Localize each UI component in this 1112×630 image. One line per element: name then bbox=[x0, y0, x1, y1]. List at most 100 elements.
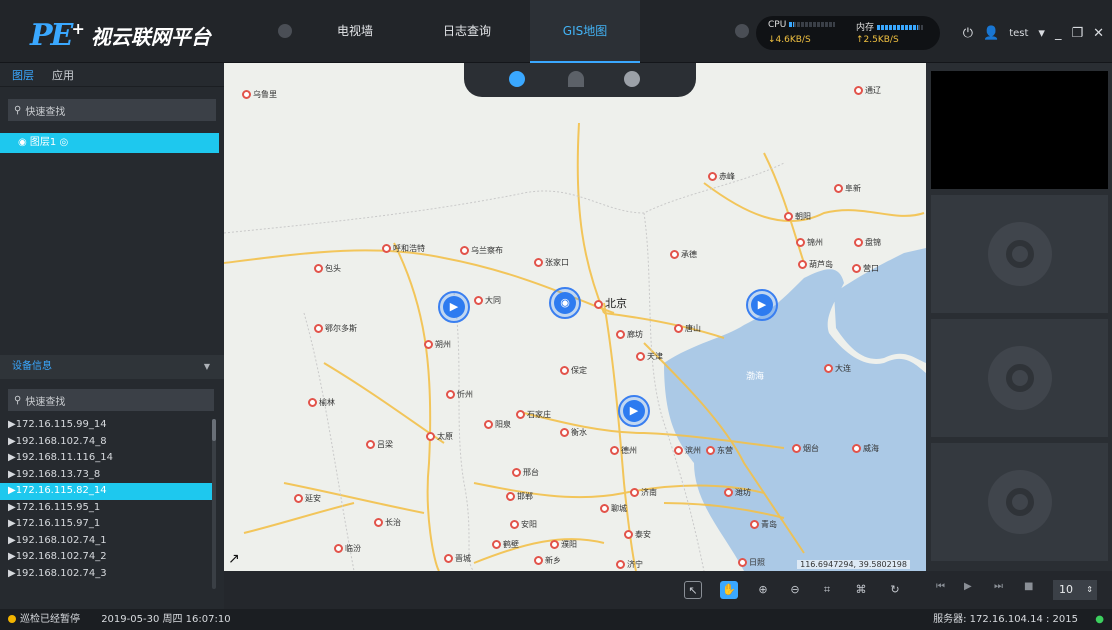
city-label: 天津 bbox=[636, 351, 663, 362]
sea-label: 渤海 bbox=[746, 372, 765, 382]
search-icon: ⚲ bbox=[14, 394, 22, 406]
city-label: 新乡 bbox=[534, 555, 561, 566]
power-icon[interactable]: ⏻ bbox=[963, 26, 973, 41]
user-icon: 👤 bbox=[983, 26, 1000, 41]
liaodong-bay bbox=[834, 248, 926, 363]
camera-placeholder-icon bbox=[987, 222, 1052, 286]
city-label: 滨州 bbox=[674, 445, 701, 456]
memory-meter: 内存 bbox=[856, 20, 924, 33]
device-list-item[interactable]: ▶172.16.115.99_14 bbox=[0, 417, 214, 434]
city-label: 盘锦 bbox=[854, 237, 881, 248]
camera-icon: ◉ bbox=[554, 292, 576, 314]
camera-placeholder-icon bbox=[987, 346, 1052, 410]
zoom-out-icon[interactable]: ⊖ bbox=[786, 581, 804, 599]
device-list-item[interactable]: ▶192.168.102.74_1 bbox=[0, 533, 214, 550]
patrol-status-icon bbox=[8, 615, 16, 623]
device-list-scrollbar[interactable] bbox=[212, 419, 216, 589]
next-page-icon[interactable]: ⏭ bbox=[994, 581, 1003, 592]
device-list-item[interactable]: ▶192.168.102.74_8 bbox=[0, 434, 214, 451]
tab-log-query[interactable]: 日志查询 bbox=[412, 0, 522, 63]
city-label: 邯郸 bbox=[506, 491, 533, 502]
pan-tool-icon[interactable]: ✋ bbox=[720, 581, 738, 599]
city-label: 晋城 bbox=[444, 553, 471, 564]
system-stats: CPU 内存 ↓4.6KB/S ↑2.5KB/S bbox=[756, 16, 940, 50]
layer-item[interactable]: ◉ 图层1 ◎ bbox=[0, 133, 219, 153]
camera-marker[interactable]: ▶ bbox=[618, 395, 650, 427]
zoom-in-icon[interactable]: ⊕ bbox=[754, 581, 772, 599]
globe-icon: ◉ bbox=[18, 137, 27, 148]
gauge-icon[interactable] bbox=[568, 71, 584, 87]
city-label: 承德 bbox=[670, 249, 697, 260]
camera-placeholder-icon bbox=[987, 470, 1052, 534]
camera-marker[interactable]: ▶ bbox=[746, 289, 778, 321]
city-label: 吕梁 bbox=[366, 439, 393, 450]
cpu-bar bbox=[789, 22, 836, 27]
app-logo: PE+ 视云联网平台 bbox=[30, 18, 211, 53]
refresh-icon[interactable]: ↻ bbox=[886, 581, 904, 599]
stop-icon[interactable]: ■ bbox=[1024, 581, 1033, 592]
city-label: 通辽 bbox=[854, 85, 881, 96]
app-window: PE+ 视云联网平台 电视墙 日志查询 GIS地图 CPU 内存 ↓4.6KB/… bbox=[0, 0, 1112, 630]
device-list-item[interactable]: ▶192.168.102.74_2 bbox=[0, 549, 214, 566]
video-window[interactable] bbox=[931, 443, 1108, 561]
download-rate: ↓4.6KB/S bbox=[768, 35, 811, 45]
camera-icon: ▶ bbox=[443, 296, 465, 318]
city-label: 呼和浩特 bbox=[382, 243, 425, 254]
select-tool-icon[interactable]: ↖ bbox=[684, 581, 702, 599]
collapse-icon[interactable]: ▼ bbox=[204, 355, 210, 379]
map-tool-bar: ↖ ✋ ⊕ ⊖ ⌗ ⌘ ↻ ⏮ ▶ ⏭ ■ 10 ⇕ bbox=[224, 571, 1112, 609]
device-list-item[interactable]: ▶192.168.102.74_3 bbox=[0, 566, 214, 583]
city-label: 延安 bbox=[294, 493, 321, 504]
video-window[interactable] bbox=[931, 71, 1108, 189]
layer-search-input[interactable]: ⚲ 快速查找 bbox=[8, 99, 216, 121]
tab-tv-wall[interactable]: 电视墙 bbox=[300, 0, 410, 63]
video-window[interactable] bbox=[931, 195, 1108, 313]
device-list-item[interactable]: ▶172.16.115.82_14 bbox=[0, 483, 214, 500]
dropdown-icon[interactable]: ▾ bbox=[1038, 26, 1045, 41]
device-list-item[interactable]: ▶172.16.115.95_1 bbox=[0, 500, 214, 517]
gis-map[interactable]: 乌鲁里 通辽 赤峰 阜新 朝阳 锦州 盘锦 葫芦岛 营口 呼和浩特 乌兰察布 张家口 承德 包头 大同 北京鄂… bbox=[224, 63, 926, 571]
device-list-item[interactable]: ▶192.168.13.73_8 bbox=[0, 467, 214, 484]
top-bar: PE+ 视云联网平台 电视墙 日志查询 GIS地图 CPU 内存 ↓4.6KB/… bbox=[0, 0, 1112, 63]
fit-extent-icon[interactable]: ⌘ bbox=[852, 581, 870, 599]
tab-apps[interactable]: 应用 bbox=[52, 67, 74, 83]
device-list-item[interactable]: ▶192.168.11.116_14 bbox=[0, 450, 214, 467]
first-page-icon[interactable]: ⏮ bbox=[936, 581, 945, 592]
eye-icon[interactable]: ◎ bbox=[59, 137, 68, 148]
device-search-input[interactable]: ⚲ 快速查找 bbox=[8, 389, 214, 411]
city-label: 葫芦岛 bbox=[798, 259, 833, 270]
map-mode-toolbar bbox=[464, 63, 696, 97]
status-bar: 巡检已经暂停 2019-05-30 周四 16:07:10 服务器: 172.1… bbox=[0, 609, 1112, 630]
city-label: 廊坊 bbox=[616, 329, 643, 340]
gear-icon[interactable] bbox=[624, 71, 640, 87]
datetime: 2019-05-30 周四 16:07:10 bbox=[101, 614, 231, 625]
close-icon[interactable]: ✕ bbox=[1093, 26, 1104, 41]
city-label: 张家口 bbox=[534, 257, 569, 268]
map-coordinates: 116.6947294, 39.5802198 bbox=[797, 560, 910, 569]
play-icon[interactable]: ▶ bbox=[964, 581, 972, 592]
direction-arrow-icon: ↗ bbox=[228, 551, 240, 567]
page-size-stepper[interactable]: 10 ⇕ bbox=[1053, 580, 1097, 600]
city-label: 青岛 bbox=[750, 519, 777, 530]
city-label: 锦州 bbox=[796, 237, 823, 248]
globe-icon[interactable] bbox=[509, 71, 525, 87]
camera-marker[interactable]: ▶ bbox=[438, 291, 470, 323]
video-window[interactable] bbox=[931, 319, 1108, 437]
patrol-status: 巡检已经暂停 bbox=[20, 614, 80, 625]
city-label: 济宁 bbox=[616, 559, 643, 570]
camera-marker[interactable]: ◉ bbox=[549, 287, 581, 319]
user-name[interactable]: test bbox=[1009, 28, 1028, 39]
device-list-item[interactable]: ▶172.16.115.97_1 bbox=[0, 516, 214, 533]
minimize-icon[interactable]: _ bbox=[1055, 26, 1062, 41]
city-label: 临汾 bbox=[334, 543, 361, 554]
memory-bar bbox=[877, 25, 924, 30]
tab-layers[interactable]: 图层 bbox=[12, 67, 34, 83]
device-info-header[interactable]: 设备信息 ▼ bbox=[0, 355, 224, 379]
tab-gis-map[interactable]: GIS地图 bbox=[530, 0, 640, 63]
city-label: 聊城 bbox=[600, 503, 627, 514]
restore-icon[interactable]: ❐ bbox=[1071, 26, 1083, 41]
server-info: 服务器: 172.16.104.14 : 2015 bbox=[933, 614, 1078, 625]
full-extent-icon[interactable]: ⌗ bbox=[818, 581, 836, 599]
city-label: 鄂尔多斯 bbox=[314, 323, 357, 334]
city-label: 石家庄 bbox=[516, 409, 551, 420]
